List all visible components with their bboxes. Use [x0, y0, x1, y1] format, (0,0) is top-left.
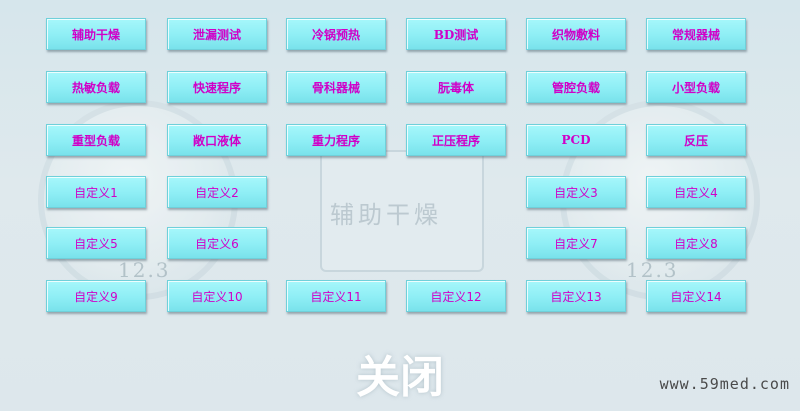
program-button-aux-drying[interactable]: 辅助干燥 [46, 18, 146, 50]
program-button-pcd[interactable]: PCD [526, 124, 626, 156]
program-button-open-liquid[interactable]: 敞口液体 [167, 124, 267, 156]
program-row-1: 辅助干燥 泄漏测试 冷锅预热 BD测试 织物敷料 常规器械 [0, 18, 800, 50]
custom-program-button-4[interactable]: 自定义4 [646, 176, 746, 208]
program-button-positive-pressure[interactable]: 正压程序 [406, 124, 506, 156]
custom-program-button-1[interactable]: 自定义1 [46, 176, 146, 208]
custom-program-button-7[interactable]: 自定义7 [526, 227, 626, 259]
custom-program-button-14[interactable]: 自定义14 [646, 280, 746, 312]
custom-program-button-2[interactable]: 自定义2 [167, 176, 267, 208]
custom-program-button-8[interactable]: 自定义8 [646, 227, 746, 259]
program-button-cold-preheat[interactable]: 冷锅预热 [286, 18, 386, 50]
program-button-small-load[interactable]: 小型负载 [646, 71, 746, 103]
program-row-5: 自定义5 自定义6 自定义7 自定义8 [0, 227, 800, 259]
program-button-heavy-load[interactable]: 重型负载 [46, 124, 146, 156]
custom-program-button-13[interactable]: 自定义13 [526, 280, 626, 312]
close-button[interactable]: 关闭 [330, 340, 470, 406]
program-button-gravity[interactable]: 重力程序 [286, 124, 386, 156]
program-button-fabric-dressing[interactable]: 织物敷料 [526, 18, 626, 50]
custom-program-button-6[interactable]: 自定义6 [167, 227, 267, 259]
program-button-orthopedic[interactable]: 骨科器械 [286, 71, 386, 103]
program-row-4: 自定义1 自定义2 自定义3 自定义4 [0, 176, 800, 208]
custom-program-button-5[interactable]: 自定义5 [46, 227, 146, 259]
program-button-standard-instruments[interactable]: 常规器械 [646, 18, 746, 50]
program-button-bd-test[interactable]: BD测试 [406, 18, 506, 50]
site-watermark: www.59med.com [659, 375, 790, 393]
custom-program-button-12[interactable]: 自定义12 [406, 280, 506, 312]
program-button-prion[interactable]: 朊毒体 [406, 71, 506, 103]
program-button-back-pressure[interactable]: 反压 [646, 124, 746, 156]
custom-program-button-9[interactable]: 自定义9 [46, 280, 146, 312]
background-readout-right: 12.3 [626, 258, 679, 282]
program-button-heat-sensitive[interactable]: 热敏负载 [46, 71, 146, 103]
custom-program-button-11[interactable]: 自定义11 [286, 280, 386, 312]
program-row-6: 自定义9 自定义10 自定义11 自定义12 自定义13 自定义14 [0, 280, 800, 312]
program-row-2: 热敏负载 快速程序 骨科器械 朊毒体 管腔负载 小型负载 [0, 71, 800, 103]
program-row-3: 重型负载 敞口液体 重力程序 正压程序 PCD 反压 [0, 124, 800, 156]
program-button-lumen-load[interactable]: 管腔负载 [526, 71, 626, 103]
program-button-leak-test[interactable]: 泄漏测试 [167, 18, 267, 50]
program-button-fast-program[interactable]: 快速程序 [167, 71, 267, 103]
custom-program-button-10[interactable]: 自定义10 [167, 280, 267, 312]
custom-program-button-3[interactable]: 自定义3 [526, 176, 626, 208]
background-readout-left: 12.3 [118, 258, 171, 282]
